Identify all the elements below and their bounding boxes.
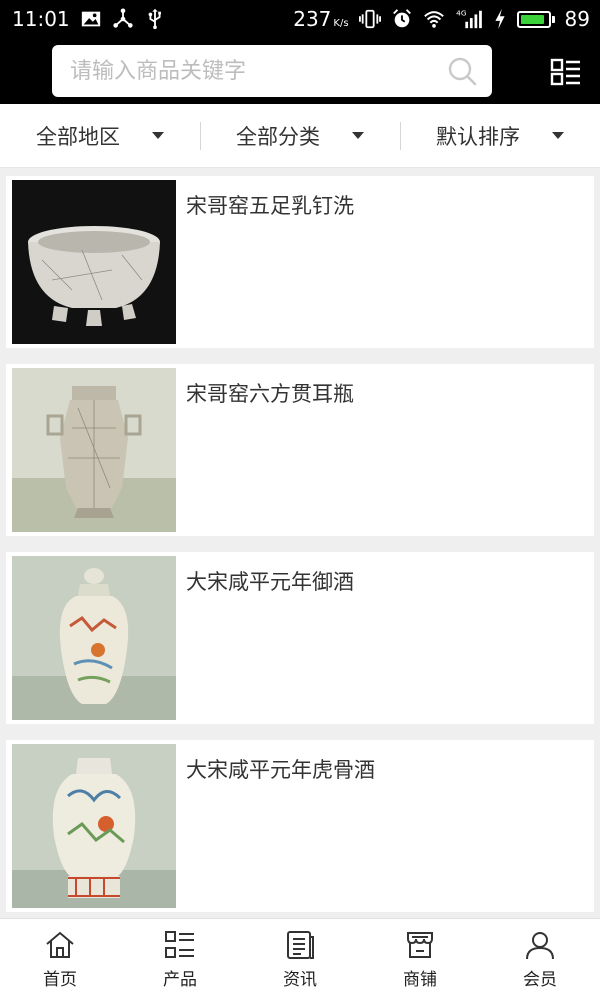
caret-down-icon: [552, 132, 564, 139]
charging-icon: [493, 8, 507, 30]
search-icon[interactable]: [446, 55, 478, 87]
alarm-icon: [391, 8, 413, 30]
grid-menu-icon[interactable]: [550, 58, 582, 86]
app-header: [0, 38, 600, 104]
product-card[interactable]: 宋哥窑六方贯耳瓶: [6, 364, 594, 536]
nav-label: 资讯: [283, 970, 317, 990]
product-card[interactable]: 宋哥窑五足乳钉洗: [6, 176, 594, 348]
product-title: 宋哥窑六方贯耳瓶: [186, 382, 354, 406]
product-image[interactable]: [12, 180, 176, 344]
product-card[interactable]: 大宋咸平元年御酒: [6, 552, 594, 724]
status-time: 11:01: [12, 7, 70, 31]
caret-down-icon: [152, 132, 164, 139]
status-right: 237 K/s 4G 89: [293, 7, 590, 31]
net-speed-value: 237: [293, 7, 332, 31]
product-title: 大宋咸平元年御酒: [186, 570, 354, 594]
wifi-icon: [423, 8, 445, 30]
nav-home[interactable]: 首页: [0, 919, 120, 1000]
filter-label: 默认排序: [436, 124, 520, 149]
home-icon: [44, 929, 76, 961]
product-image[interactable]: [12, 744, 176, 908]
product-card[interactable]: 大宋咸平元年虎骨酒: [6, 740, 594, 912]
caret-down-icon: [352, 132, 364, 139]
product-title: 宋哥窑五足乳钉洗: [186, 194, 354, 218]
vibrate-icon: [358, 8, 381, 30]
status-bar: 11:01 237 K/s 4G 89: [0, 0, 600, 38]
product-image[interactable]: [12, 368, 176, 532]
news-icon: [284, 929, 316, 961]
product-list-icon: [164, 929, 196, 961]
battery-fill: [520, 14, 544, 24]
product-title: 大宋咸平元年虎骨酒: [186, 758, 375, 782]
search-input[interactable]: [70, 58, 446, 84]
net-speed: 237 K/s: [293, 7, 348, 31]
filter-sort[interactable]: 默认排序: [400, 118, 600, 154]
nav-label: 会员: [523, 970, 557, 990]
nav-products[interactable]: 产品: [120, 919, 240, 1000]
store-icon: [404, 929, 436, 961]
filter-bar: 全部地区 全部分类 默认排序: [0, 104, 600, 168]
nav-label: 首页: [43, 970, 77, 990]
nav-member[interactable]: 会员: [480, 919, 600, 1000]
nav-store[interactable]: 商铺: [360, 919, 480, 1000]
product-list: 宋哥窑五足乳钉洗 宋哥窑六方贯耳瓶 大宋咸平元年御酒 大宋咸平元年虎骨酒: [6, 176, 594, 928]
nav-news[interactable]: 资讯: [240, 919, 360, 1000]
usb-icon: [144, 8, 166, 30]
search-box[interactable]: [52, 45, 492, 97]
nav-label: 产品: [163, 970, 197, 990]
nav-label: 商铺: [403, 970, 437, 990]
status-left: 11:01: [12, 7, 166, 31]
image-icon: [80, 8, 102, 30]
filter-region[interactable]: 全部地区: [0, 118, 200, 154]
battery-percent: 89: [564, 7, 590, 31]
usb-tether-icon: [112, 8, 134, 30]
filter-label: 全部分类: [236, 124, 320, 149]
battery-icon: [516, 10, 555, 28]
user-icon: [524, 929, 556, 961]
product-image[interactable]: [12, 556, 176, 720]
bottom-nav: 首页 产品 资讯 商铺 会员: [0, 918, 600, 1000]
filter-category[interactable]: 全部分类: [200, 118, 400, 154]
network-type: 4G: [456, 8, 467, 17]
net-speed-unit: K/s: [333, 18, 349, 29]
signal-icon: 4G: [455, 8, 483, 30]
filter-label: 全部地区: [36, 124, 120, 149]
